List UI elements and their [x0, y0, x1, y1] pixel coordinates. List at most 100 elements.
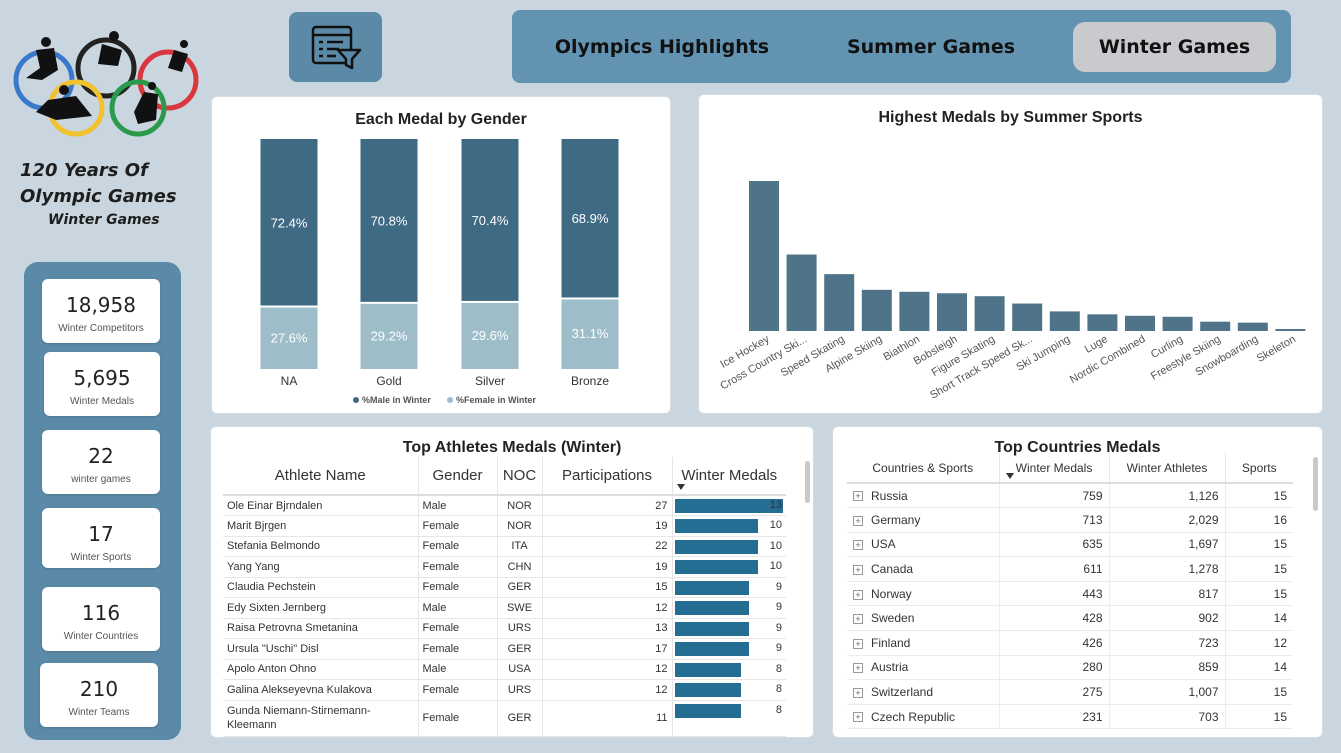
sport-bar	[1275, 329, 1306, 331]
col-countries-sports[interactable]: Countries & Sports	[847, 453, 1000, 484]
expand-icon[interactable]: +	[853, 589, 863, 600]
athlete-participations: 17	[542, 638, 673, 660]
country-medals: 759	[999, 483, 1110, 509]
expand-icon[interactable]: +	[853, 614, 863, 625]
expand-icon[interactable]: +	[853, 491, 863, 502]
country-medals: 611	[999, 556, 1110, 582]
table-row[interactable]: + Norway 443 817 15	[847, 581, 1293, 607]
country-sports: 16	[1225, 507, 1293, 533]
medals-bar	[674, 621, 750, 636]
athlete-name: Ursula "Uschi" Disl	[223, 638, 419, 660]
kpi-card-competitors: 18,958 Winter Competitors	[42, 279, 160, 343]
country-sports: 15	[1225, 483, 1293, 509]
kpi-card-sports: 17 Winter Sports	[42, 508, 160, 568]
athlete-participations: 19	[542, 515, 673, 537]
medals-bar	[674, 662, 741, 677]
table-row[interactable]: Ursula "Uschi" Disl Female GER 17 9	[223, 638, 786, 660]
tab-winter-games[interactable]: Winter Games	[1073, 22, 1276, 72]
athlete-participations: 19	[542, 556, 673, 578]
expand-icon[interactable]: +	[853, 540, 863, 551]
medals-value: 8	[775, 683, 782, 695]
table-row[interactable]: Ole Einar Bjrndalen Male NOR 27 13	[223, 495, 786, 516]
medals-value: 8	[775, 662, 782, 675]
medals-value: 10	[769, 560, 782, 572]
kpi-label: Winter Competitors	[58, 323, 144, 334]
sport-bar	[786, 254, 817, 331]
col-participations[interactable]: Participations	[542, 457, 673, 496]
table-row[interactable]: + Sweden 428 902 14	[847, 605, 1293, 632]
athlete-name: Apolo Anton Ohno	[223, 659, 419, 680]
sport-bar	[1200, 321, 1231, 331]
table-row[interactable]: + Switzerland 275 1,007 15	[847, 679, 1293, 705]
table-row[interactable]: Claudia Pechstein Female GER 15 9	[223, 577, 786, 598]
medals-value: 13	[769, 499, 782, 511]
expand-icon[interactable]: +	[853, 638, 863, 649]
country-cell: + Austria	[847, 655, 1000, 681]
athlete-name: Claudia Pechstein	[223, 577, 419, 598]
athlete-noc: GER	[497, 700, 543, 737]
country-sports: 15	[1225, 532, 1293, 558]
table-row[interactable]: + Canada 611 1,278 15	[847, 556, 1293, 582]
table-row[interactable]: Stefania Belmondo Female ITA 22 10	[223, 536, 786, 557]
col-noc[interactable]: NOC	[497, 457, 543, 496]
table-row[interactable]: Gunda Niemann-Stirnemann-Kleemann Female…	[223, 700, 786, 737]
country-sports: 12	[1225, 630, 1293, 656]
athletes-scrollbar[interactable]	[805, 461, 810, 503]
expand-icon[interactable]: +	[853, 564, 863, 575]
table-row[interactable]: Edy Sixten Jernberg Male SWE 12 9	[223, 597, 786, 619]
col-sports[interactable]: Sports	[1225, 453, 1293, 484]
country-athletes: 1,278	[1109, 556, 1226, 582]
table-row[interactable]: Raisa Petrovna Smetanina Female URS 13 9	[223, 618, 786, 639]
filter-button[interactable]	[289, 12, 382, 82]
col-winter-medals[interactable]: Winter Medals	[672, 457, 786, 496]
table-row[interactable]: + Czech Republic 231 703 15	[847, 704, 1293, 730]
tab-olympics-highlights[interactable]: Olympics Highlights	[540, 22, 784, 72]
kpi-card-games: 22 winter games	[42, 430, 160, 494]
col-gender[interactable]: Gender	[418, 457, 498, 496]
country-sports: 15	[1225, 581, 1293, 607]
col-country-winter-medals[interactable]: Winter Medals	[999, 453, 1110, 484]
title-line-2: Olympic Games	[20, 186, 177, 207]
athlete-noc: USA	[497, 659, 543, 680]
sport-bar	[1012, 303, 1043, 331]
category-tick-label: NA	[281, 374, 298, 388]
country-athletes: 817	[1109, 581, 1226, 607]
expand-icon[interactable]: +	[853, 712, 863, 723]
table-row[interactable]: Apolo Anton Ohno Male USA 12 8	[223, 659, 786, 680]
sort-desc-icon[interactable]	[676, 484, 685, 490]
col-winter-athletes[interactable]: Winter Athletes	[1109, 453, 1226, 484]
page-navigation: Olympics Highlights Summer Games Winter …	[512, 10, 1291, 83]
athlete-participations: 12	[542, 659, 673, 680]
athlete-noc: URS	[497, 618, 543, 639]
medals-bar	[674, 642, 750, 656]
table-row[interactable]: Marit Bjrgen Female NOR 19 10	[223, 515, 786, 537]
expand-icon[interactable]: +	[853, 687, 863, 698]
sort-desc-icon[interactable]	[1005, 473, 1014, 479]
athlete-noc: SWE	[497, 597, 543, 619]
sport-bar	[1049, 311, 1080, 331]
table-row[interactable]: + Finland 426 723 12	[847, 630, 1293, 656]
table-row[interactable]: Galina Alekseyevna Kulakova Female URS 1…	[223, 679, 786, 701]
col-athlete-name[interactable]: Athlete Name	[223, 457, 419, 496]
sport-bar	[1087, 314, 1118, 331]
athlete-noc: ITA	[497, 536, 543, 557]
tab-summer-games[interactable]: Summer Games	[812, 22, 1050, 72]
country-cell: + Czech Republic	[847, 704, 1000, 730]
table-row[interactable]: + Russia 759 1,126 15	[847, 483, 1293, 509]
table-row[interactable]: + Germany 713 2,029 16	[847, 507, 1293, 533]
sports-medals-chart: Ice HockeyCross Country Ski...Speed Skat…	[718, 181, 1306, 402]
table-row[interactable]: Yang Yang Female CHN 19 10	[223, 556, 786, 578]
country-name: Germany	[871, 512, 921, 527]
countries-scrollbar[interactable]	[1313, 457, 1318, 511]
expand-icon[interactable]: +	[853, 663, 863, 674]
medals-bar	[674, 499, 783, 513]
athlete-participations: 12	[542, 679, 673, 701]
kpi-value: 116	[81, 601, 121, 625]
athletes-title: Top Athletes Medals (Winter)	[402, 439, 622, 456]
sport-tick-label: Skeleton	[1255, 333, 1298, 365]
expand-icon[interactable]: +	[853, 515, 863, 526]
athlete-medals-cell: 9	[672, 618, 786, 639]
table-row[interactable]: + USA 635 1,697 15	[847, 532, 1293, 558]
table-row[interactable]: + Austria 280 859 14	[847, 655, 1293, 681]
medals-bar	[674, 519, 758, 533]
